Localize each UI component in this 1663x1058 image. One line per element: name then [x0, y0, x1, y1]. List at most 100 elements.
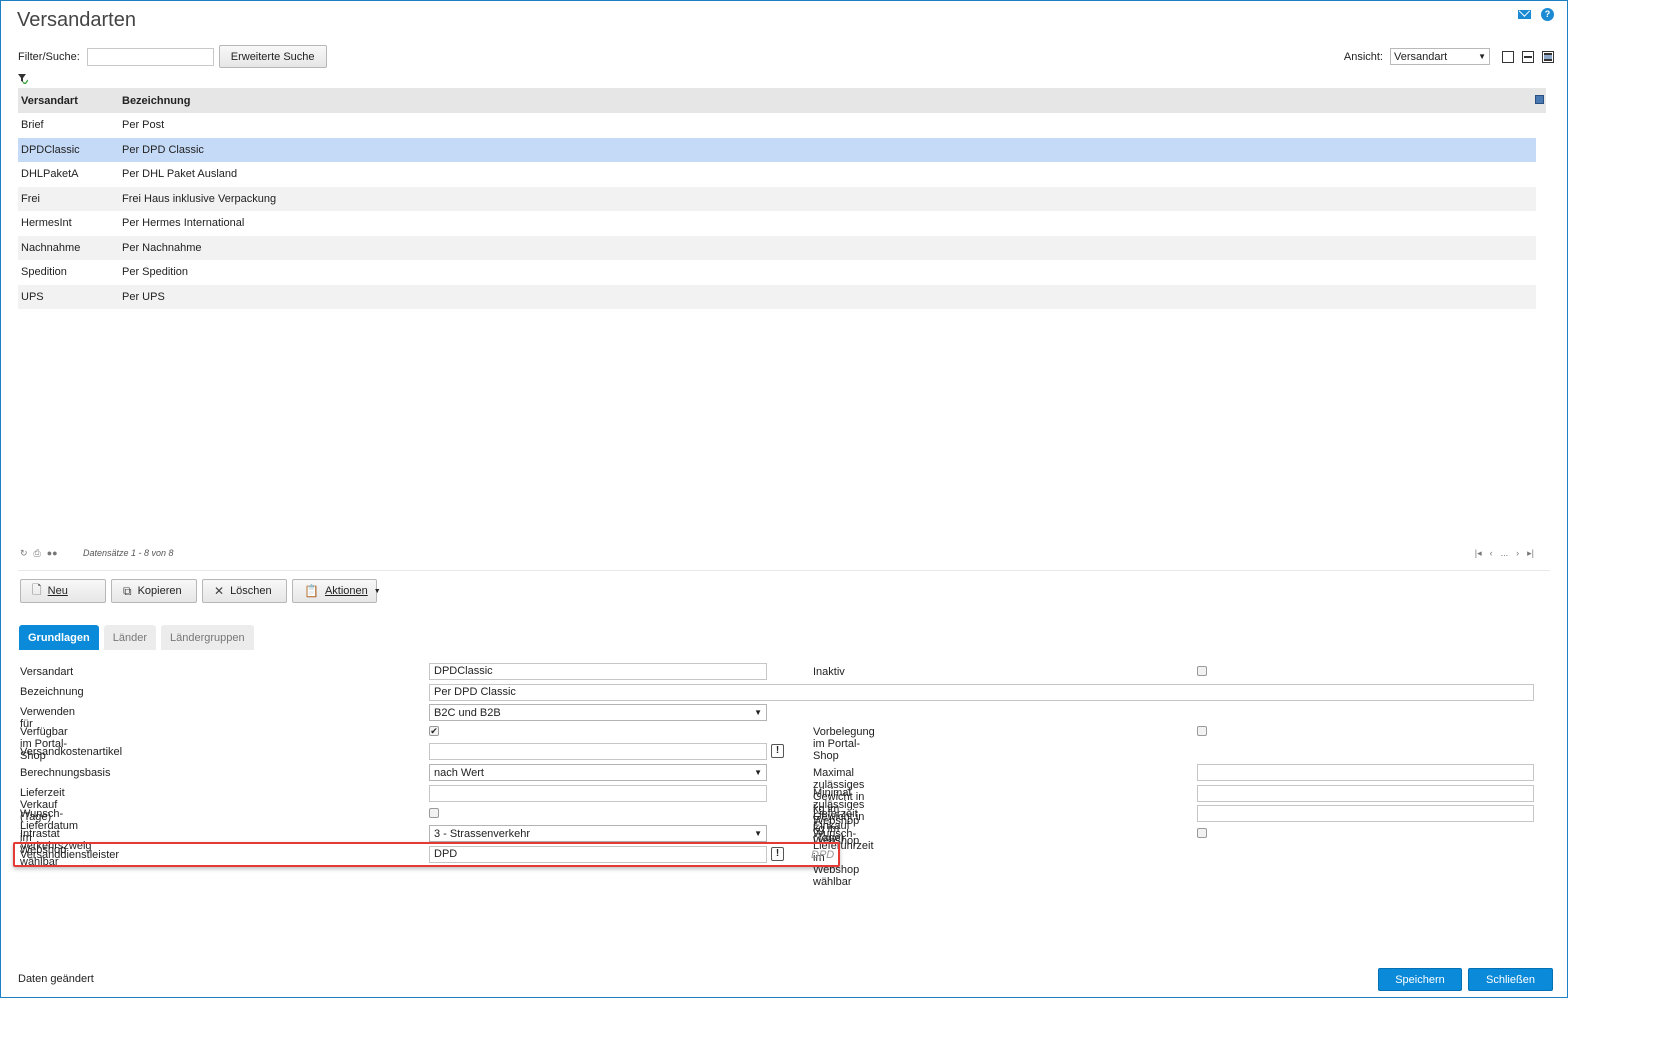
- intrastat-select[interactable]: 3 - Strassenverkehr ▼: [429, 825, 767, 842]
- bezeichnung-label: Bezeichnung: [20, 686, 84, 698]
- table-row[interactable]: Brief Per Post: [18, 113, 1536, 138]
- inaktiv-checkbox[interactable]: [1197, 666, 1207, 676]
- table-row[interactable]: DHLPaketA Per DHL Paket Ausland: [18, 162, 1536, 187]
- column-settings-icon[interactable]: [1535, 95, 1544, 104]
- tab-laendergruppen[interactable]: Ländergruppen: [161, 625, 254, 650]
- verwenden-select[interactable]: B2C und B2B ▼: [429, 704, 767, 721]
- cell-versandart: UPS: [21, 290, 44, 303]
- table-row-selected[interactable]: DPDClassic Per DPD Classic: [18, 137, 1536, 162]
- pager-ellipsis: ...: [1500, 548, 1509, 558]
- refresh-icon[interactable]: ↻: [20, 548, 28, 559]
- pager-nav: |◂ ‹ ... › ▸|: [1475, 548, 1534, 559]
- view-select-value: Versandart: [1394, 50, 1448, 63]
- mail-icon[interactable]: [1518, 10, 1531, 19]
- detail-tabs: Grundlagen Länder Ländergruppen: [19, 625, 254, 650]
- cell-versandart: HermesInt: [21, 217, 72, 230]
- versandart-field[interactable]: DPDClassic: [429, 663, 767, 680]
- column-header-bezeichnung[interactable]: Bezeichnung: [120, 95, 1546, 107]
- status-text: Daten geändert: [18, 973, 94, 985]
- filter-label: Filter/Suche:: [18, 50, 80, 63]
- export-icon[interactable]: ●●: [47, 548, 58, 559]
- top-icons: ?: [1518, 8, 1554, 21]
- copy-icon: ⧉: [123, 583, 132, 598]
- delete-button[interactable]: ✕ Löschen: [202, 579, 287, 603]
- portal-checkbox[interactable]: ✔: [429, 726, 439, 736]
- cell-bezeichnung: Per UPS: [122, 290, 165, 303]
- copy-button[interactable]: ⧉ Kopieren: [111, 579, 197, 603]
- vorbelegung-label: Vorbelegung im Portal-Shop: [813, 726, 875, 762]
- intrastat-value: 3 - Strassenverkehr: [434, 827, 530, 840]
- last-page-icon[interactable]: ▸|: [1527, 548, 1534, 559]
- filter-search-input[interactable]: [86, 47, 214, 66]
- berechnungsbasis-select[interactable]: nach Wert ▼: [429, 764, 767, 781]
- pager-tools: ↻ ⎙ ●●: [20, 548, 58, 559]
- lieferzeit-verkauf-field[interactable]: [429, 785, 767, 802]
- clipboard-icon: 📋: [304, 584, 319, 598]
- cell-versandart: Nachnahme: [21, 241, 81, 254]
- layout-single-icon[interactable]: [1502, 50, 1514, 63]
- table-row[interactable]: Nachnahme Per Nachnahme: [18, 235, 1536, 260]
- filter-row: Filter/Suche: Erweiterte Suche: [18, 45, 327, 68]
- record-count: Datensätze 1 - 8 von 8: [83, 548, 174, 558]
- grid-header: Versandart Bezeichnung: [18, 88, 1546, 113]
- print-icon[interactable]: ⎙: [34, 548, 41, 559]
- cell-bezeichnung: Per Post: [122, 119, 165, 132]
- cell-versandart: DPDClassic: [21, 143, 80, 156]
- wunsch-uhrzeit-checkbox[interactable]: [1197, 828, 1207, 838]
- max-gewicht-field[interactable]: [1197, 764, 1534, 781]
- page-title: Versandarten: [17, 9, 136, 31]
- highlight-box: [13, 842, 840, 867]
- actions-button[interactable]: 📋 Aktionen ▼: [292, 579, 381, 603]
- tab-laender[interactable]: Länder: [103, 625, 156, 650]
- versandart-label: Versandart: [20, 666, 74, 678]
- filter-funnel-icon[interactable]: [18, 74, 28, 84]
- delete-button-label: Löschen: [230, 585, 272, 597]
- table-row[interactable]: Frei Frei Haus inklusive Verpackung: [18, 186, 1536, 211]
- vorbelegung-checkbox[interactable]: [1197, 726, 1207, 736]
- layout-detail-icon[interactable]: [1542, 50, 1554, 63]
- cell-bezeichnung: Per Nachnahme: [122, 241, 202, 254]
- cell-bezeichnung: Per DPD Classic: [122, 143, 204, 156]
- cell-versandart: Brief: [21, 119, 44, 132]
- advanced-search-button[interactable]: Erweiterte Suche: [218, 45, 327, 68]
- record-toolbar: 🗋 Neu ⧉ Kopieren ✕ Löschen 📋 Aktionen ▼: [20, 579, 381, 603]
- bezeichnung-field[interactable]: Per DPD Classic: [429, 684, 1534, 701]
- berechnungsbasis-value: nach Wert: [434, 766, 484, 779]
- first-page-icon[interactable]: |◂: [1475, 548, 1482, 559]
- table-row[interactable]: Spedition Per Spedition: [18, 260, 1536, 285]
- wunsch-datum-checkbox[interactable]: [429, 808, 439, 818]
- verwenden-value: B2C und B2B: [434, 706, 501, 719]
- save-button[interactable]: Speichern: [1378, 968, 1462, 991]
- cell-versandart: DHLPaketA: [21, 168, 79, 181]
- cell-bezeichnung: Frei Haus inklusive Verpackung: [122, 192, 277, 205]
- cell-bezeichnung: Per Hermes International: [122, 217, 245, 230]
- prev-page-icon[interactable]: ‹: [1490, 548, 1493, 559]
- actions-button-label: Aktionen: [324, 585, 368, 597]
- document-icon: 🗋: [32, 582, 42, 597]
- copy-button-label: Kopieren: [137, 585, 182, 597]
- table-row[interactable]: HermesInt Per Hermes International: [18, 211, 1536, 236]
- close-button[interactable]: Schließen: [1468, 968, 1553, 991]
- cell-versandart: Frei: [21, 192, 40, 205]
- chevron-down-icon: ▼: [754, 708, 762, 717]
- column-header-versandart[interactable]: Versandart: [18, 95, 120, 107]
- layout-split-icon[interactable]: [1522, 50, 1534, 63]
- view-selector-row: Ansicht: Versandart ▼: [1344, 48, 1554, 65]
- new-button-label: Neu: [47, 585, 68, 597]
- lookup-icon[interactable]: !: [771, 744, 784, 758]
- view-select[interactable]: Versandart ▼: [1390, 48, 1490, 65]
- close-icon: ✕: [214, 584, 225, 598]
- table-row[interactable]: UPS Per UPS: [18, 284, 1536, 309]
- kostenartikel-field[interactable]: [429, 743, 767, 760]
- help-icon[interactable]: ?: [1541, 8, 1554, 21]
- berechnungsbasis-label: Berechnungsbasis: [20, 767, 111, 779]
- grid-pager: ↻ ⎙ ●● Datensätze 1 - 8 von 8 |◂ ‹ ... ›…: [18, 547, 1536, 561]
- kostenartikel-label: Versandkostenartikel: [20, 746, 123, 758]
- lieferzeit-einkauf-field[interactable]: [1197, 805, 1534, 822]
- min-gewicht-field[interactable]: [1197, 785, 1534, 802]
- chevron-down-icon: ▼: [1478, 52, 1486, 61]
- chevron-down-icon: ▼: [754, 768, 762, 777]
- new-button[interactable]: 🗋 Neu: [20, 579, 106, 603]
- tab-grundlagen[interactable]: Grundlagen: [19, 625, 99, 650]
- next-page-icon[interactable]: ›: [1516, 548, 1519, 559]
